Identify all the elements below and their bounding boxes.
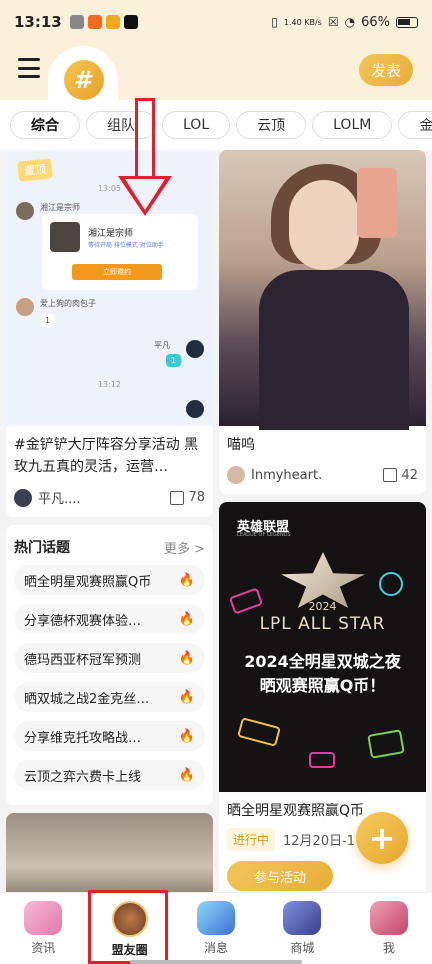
post-author[interactable]: Inmyheart. <box>251 468 383 483</box>
poster-headline: 2024全明星双城之夜 <box>244 652 401 671</box>
chat-time: 13:12 <box>97 380 122 389</box>
post-card[interactable]: 置顶 13:05 湘江是宗师 湘江是宗师 等待开局 排位模式 对位助手 立即邀约… <box>6 150 213 517</box>
topic-item[interactable]: 云顶之弈六费卡上线 🔥 <box>14 760 205 790</box>
fire-icon: 🔥 <box>178 572 195 588</box>
news-icon <box>24 901 63 935</box>
like-count: 78 <box>188 490 205 505</box>
nav-news[interactable]: 资讯 <box>0 893 86 964</box>
poster-year: 2024 <box>308 600 337 613</box>
feed-left-column: 置顶 13:05 湘江是宗师 湘江是宗师 等待开局 排位模式 对位助手 立即邀约… <box>6 150 213 892</box>
topic-item[interactable]: 德玛西亚杯冠军预测 🔥 <box>14 643 205 673</box>
tab-lolm[interactable]: LOLM <box>312 111 393 139</box>
nav-me[interactable]: 我 <box>346 893 432 964</box>
vibrate-icon: ▯ <box>271 15 278 29</box>
join-event-button[interactable]: 参与活动 <box>227 861 333 891</box>
status-time: 13:13 <box>14 13 62 31</box>
avatar <box>16 202 34 220</box>
invite-card: 湘江是宗师 等待开局 排位模式 对位助手 立即邀约 <box>42 214 198 290</box>
battery-percent: 66% <box>361 14 390 30</box>
bottom-nav: 资讯 盟友圈 消息 商城 我 <box>0 892 432 964</box>
menu-icon[interactable] <box>18 58 40 78</box>
post-image-chat-screenshot: 置顶 13:05 湘江是宗师 湘江是宗师 等待开局 排位模式 对位助手 立即邀约… <box>6 150 213 426</box>
post-card[interactable] <box>6 813 213 892</box>
hashtag-logo-icon[interactable]: # <box>64 60 104 100</box>
topic-item[interactable]: 分享德杯观赛体验… 🔥 <box>14 604 205 634</box>
avatar <box>186 400 204 418</box>
cloud-icon <box>69 15 84 29</box>
annotation-arrow <box>135 98 155 178</box>
nav-shop[interactable]: 商城 <box>259 893 345 964</box>
wifi-icon: ◔ <box>344 15 356 29</box>
tab-lol[interactable]: LOL <box>162 111 231 139</box>
event-poster: 英雄联盟 LEAGUE OF LEGENDS 2024 LPL ALL STAR… <box>219 502 426 792</box>
battery-icon <box>396 16 418 28</box>
net-speed: 1.40 KB/s <box>283 17 322 27</box>
close-box-icon: ☒ <box>327 15 339 29</box>
chat-sender: 湘江是宗师 <box>40 203 80 212</box>
add-post-fab[interactable]: + <box>356 812 408 864</box>
chat-sender: 平凡 <box>154 341 170 350</box>
avatar <box>16 298 34 316</box>
chat-bubble: 1 <box>166 354 182 367</box>
hot-topics-title: 热门话题 <box>14 540 70 556</box>
fire-icon: 🔥 <box>178 689 195 705</box>
fire-icon: 🔥 <box>178 767 195 783</box>
like-button[interactable]: 78 <box>170 490 205 505</box>
avatar[interactable] <box>14 488 32 507</box>
chat-time: 13:05 <box>97 184 122 193</box>
chat-sender: 爱上狗的肉包子 <box>40 299 96 308</box>
post-title[interactable]: #金铲铲大厅阵容分享活动 黑玫九五真的灵活，运营… <box>14 434 205 478</box>
post-author[interactable]: 平凡.... <box>38 488 170 507</box>
avatar <box>50 222 80 252</box>
post-title[interactable]: 喵呜 <box>227 434 418 456</box>
invite-name: 湘江是宗师 <box>88 229 134 239</box>
app-icon <box>105 15 120 29</box>
event-status-badge: 进行中 <box>227 828 276 851</box>
messages-icon <box>197 901 236 935</box>
poster-event: LPL ALL STAR <box>259 614 386 634</box>
post-image-photo <box>219 150 426 430</box>
event-date: 12月20日-1 <box>283 834 356 849</box>
status-bar: 13:13 ▯ 1.40 KB/s ☒ ◔ 66% <box>0 0 432 44</box>
topic-item[interactable]: 晒全明星观赛照赢Q币 🔥 <box>14 565 205 595</box>
chat-bubble: 1 <box>40 314 56 327</box>
shop-icon <box>283 901 322 935</box>
invite-tags: 等待开局 排位模式 对位助手 <box>88 242 164 249</box>
profile-icon <box>369 901 408 935</box>
more-link[interactable]: 更多 > <box>164 538 205 557</box>
post-image-food <box>6 813 213 892</box>
like-button[interactable]: 42 <box>383 468 418 483</box>
tiktok-icon <box>123 15 138 29</box>
like-count: 42 <box>401 467 418 483</box>
lol-logo-sub: LEAGUE OF LEGENDS <box>237 532 291 538</box>
hot-topics: 热门话题 更多 > 晒全明星观赛照赢Q币 🔥 分享德杯观赛体验… 🔥 德玛西亚杯冠军… <box>6 525 213 805</box>
app-header: # 发表 <box>0 44 432 108</box>
thumbs-up-icon <box>383 468 398 482</box>
poster-subheadline: 晒观赛照赢Q币！ <box>259 676 386 695</box>
annotation-arrow-head <box>118 176 172 216</box>
nav-messages[interactable]: 消息 <box>173 893 259 964</box>
pin-badge: 置顶 <box>17 158 53 182</box>
fire-icon: 🔥 <box>178 728 195 744</box>
tab-tft[interactable]: 云顶 <box>236 111 307 139</box>
category-tabs: 综合 组队 LOL 云顶 LOLM 金 <box>0 100 432 150</box>
feed-right-column: 喵呜 Inmyheart. 42 英雄联盟 LEAGUE OF LEGENDS <box>219 150 426 892</box>
annotation-highlight-box <box>88 890 168 964</box>
tab-all[interactable]: 综合 <box>10 111 80 139</box>
taobao-icon <box>87 15 102 29</box>
home-indicator <box>130 960 302 964</box>
post-button[interactable]: 发表 <box>359 54 413 86</box>
topic-item[interactable]: 分享维克托攻略战… 🔥 <box>14 721 205 751</box>
avatar <box>186 340 204 358</box>
avatar[interactable] <box>227 466 245 484</box>
post-card[interactable]: 喵呜 Inmyheart. 42 <box>219 150 426 494</box>
feed[interactable]: 置顶 13:05 湘江是宗师 湘江是宗师 等待开局 排位模式 对位助手 立即邀约… <box>0 150 432 892</box>
fire-icon: 🔥 <box>178 650 195 666</box>
topic-item[interactable]: 晒双城之战2金克丝… 🔥 <box>14 682 205 712</box>
invite-button: 立即邀约 <box>72 264 162 280</box>
tab-jinchanchan[interactable]: 金 <box>398 111 432 139</box>
thumbs-up-icon <box>170 490 185 505</box>
fire-icon: 🔥 <box>178 611 195 627</box>
